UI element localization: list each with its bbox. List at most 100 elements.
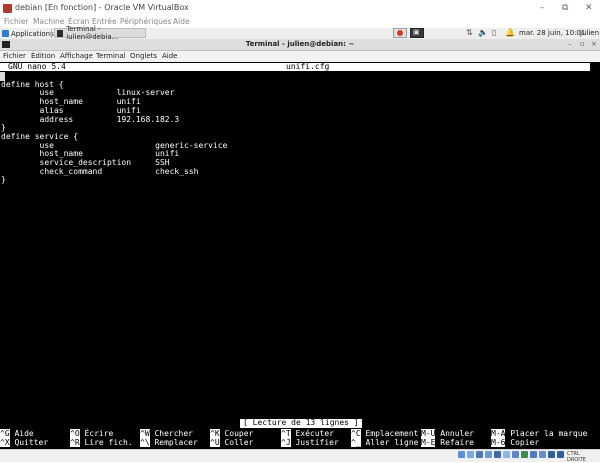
shortcut-copy[interactable]: M-6 Copier: [491, 438, 539, 447]
shortcut-key: ^G: [0, 429, 10, 438]
shortcut-paste[interactable]: ^U Coller: [210, 438, 253, 447]
network-adapter-icon[interactable]: [485, 451, 492, 458]
terminal-menu-edition[interactable]: Édition: [31, 52, 55, 60]
shortcut-key: ^R: [70, 438, 80, 447]
shortcut-key: ^X: [0, 438, 10, 447]
minimize-icon[interactable]: –: [540, 3, 545, 13]
shortcut-read-file[interactable]: ^R Lire fich.: [70, 438, 133, 447]
shortcut-label: Copier: [510, 438, 540, 447]
audio-icon[interactable]: [476, 451, 483, 458]
nano-version: GNU nano 5.4: [8, 62, 66, 71]
virtualization-icon[interactable]: [530, 451, 537, 458]
shortcut-key: ^C: [351, 429, 361, 438]
virtualbox-logo-icon: [3, 4, 12, 13]
file-line: address 192.168.182.3: [1, 114, 180, 124]
taskbar-terminal-button[interactable]: Terminal - julien@debia...: [54, 25, 146, 41]
host-key-icon[interactable]: [557, 451, 564, 458]
shortcut-label: Remplacer: [154, 438, 198, 447]
shortcut-label: Refaire: [440, 438, 474, 447]
shortcut-label: Chercher: [154, 429, 193, 438]
vbox-menu-machine[interactable]: Machine: [33, 17, 64, 26]
terminal-menu-onglets[interactable]: Onglets: [130, 52, 157, 60]
shortcut-search[interactable]: ^W Chercher: [140, 429, 193, 438]
terminal-menu-affichage[interactable]: Affichage: [60, 52, 93, 60]
nano-filename: unifi.cfg: [286, 62, 330, 71]
restore-icon[interactable]: ⧉: [562, 3, 568, 13]
shared-folders-icon[interactable]: [503, 451, 510, 458]
shortcut-cut[interactable]: ^K Couper: [210, 429, 253, 438]
workspace-terminal-icon: ▣: [413, 28, 420, 36]
shortcut-label: Aide: [14, 429, 34, 438]
vbox-menu-aide[interactable]: Aide: [173, 17, 190, 26]
nano-editor-text[interactable]: define host { use linux-server host_name…: [1, 72, 227, 194]
shortcut-label: Placer la marque: [510, 429, 588, 438]
shortcut-label: Emplacement: [365, 429, 419, 438]
shortcut-go-to-line[interactable]: ^_ Aller ligne: [351, 438, 418, 447]
host-key-label: CTRL DROITE: [567, 451, 586, 463]
shortcut-key: ^\: [140, 438, 150, 447]
terminal-close-icon[interactable]: ×: [591, 40, 597, 48]
terminal-maximize-icon[interactable]: ▫: [580, 40, 585, 48]
shortcut-write[interactable]: ^O Écrire: [70, 429, 113, 438]
mouse-integration-icon[interactable]: [539, 451, 546, 458]
terminal-menu-fichier[interactable]: Fichier: [3, 52, 26, 60]
shortcut-label: Justifier: [295, 438, 339, 447]
network-icon[interactable]: ⇅: [466, 28, 473, 37]
xfce-mouse-icon: [2, 30, 9, 37]
close-icon[interactable]: ✕: [585, 3, 593, 13]
shortcut-location[interactable]: ^C Emplacement: [351, 429, 418, 438]
shortcut-help[interactable]: ^G Aide: [0, 429, 34, 438]
shortcut-key: ^U: [210, 438, 220, 447]
keyboard-icon[interactable]: [548, 451, 555, 458]
battery-icon[interactable]: ▯: [492, 28, 496, 37]
optical-drive-icon[interactable]: [467, 451, 474, 458]
terminal-menu-aide[interactable]: Aide: [162, 52, 177, 60]
display-icon[interactable]: [512, 451, 519, 458]
shortcut-label: Couper: [224, 429, 254, 438]
vbox-status-bar: [0, 449, 600, 462]
shortcut-key: ^_: [351, 438, 361, 447]
vbox-menu-fichier[interactable]: Fichier: [4, 17, 29, 26]
shortcut-label: Aller ligne: [365, 438, 419, 447]
shortcut-redo[interactable]: M-E Refaire: [421, 438, 474, 447]
shortcut-label: Lire fich.: [84, 438, 133, 447]
file-line: check_command check_ssh: [1, 166, 199, 176]
notification-bell-icon[interactable]: 🔔: [505, 28, 515, 37]
shortcut-key: M-E: [421, 438, 436, 447]
shortcut-key: M-6: [491, 438, 506, 447]
panel-separator: [51, 29, 52, 38]
terminal-menu-terminal[interactable]: Terminal: [96, 52, 126, 60]
shortcut-key: ^T: [281, 429, 291, 438]
shortcut-key: M-A: [491, 429, 506, 438]
volume-icon[interactable]: 🔈: [478, 28, 488, 37]
shortcut-key: ^W: [140, 429, 150, 438]
shortcut-set-mark[interactable]: M-A Placer la marque: [491, 429, 587, 438]
usb-icon[interactable]: [494, 451, 501, 458]
video-capture-icon[interactable]: [521, 451, 528, 458]
shortcut-label: Écrire: [84, 429, 114, 438]
shortcut-key: ^O: [70, 429, 80, 438]
hard-disk-icon[interactable]: [458, 451, 465, 458]
terminal-window-title: Terminal - julien@debian: ~: [245, 40, 355, 48]
shortcut-execute[interactable]: ^T Exécuter: [281, 429, 334, 438]
terminal-icon: [57, 29, 64, 37]
panel-user-menu[interactable]: julien: [580, 29, 599, 37]
vbox-window-title: debian [En fonction] - Oracle VM Virtual…: [15, 3, 189, 12]
nano-status-message: [ Lecture de 13 lignes ]: [240, 418, 362, 428]
shortcut-label: Annuler: [440, 429, 474, 438]
text-cursor: [0, 72, 5, 81]
terminal-minimize-icon[interactable]: –: [568, 40, 572, 48]
panel-clock[interactable]: mar. 28 juin, 10:01: [519, 29, 585, 37]
shortcut-undo[interactable]: M-U Annuler: [421, 429, 474, 438]
shortcut-label: Quitter: [14, 438, 49, 447]
shortcut-exit[interactable]: ^X Quitter: [0, 438, 48, 447]
shortcut-label: Exécuter: [295, 429, 334, 438]
app-indicator-icon: [397, 30, 403, 36]
shortcut-label: Coller: [224, 438, 254, 447]
shortcut-key: ^J: [281, 438, 291, 447]
shortcut-justify[interactable]: ^J Justifier: [281, 438, 339, 447]
shortcut-key: M-U: [421, 429, 436, 438]
shortcut-replace[interactable]: ^\ Remplacer: [140, 438, 198, 447]
shortcut-key: ^K: [210, 429, 220, 438]
applications-menu-button[interactable]: Applications :: [2, 28, 58, 39]
